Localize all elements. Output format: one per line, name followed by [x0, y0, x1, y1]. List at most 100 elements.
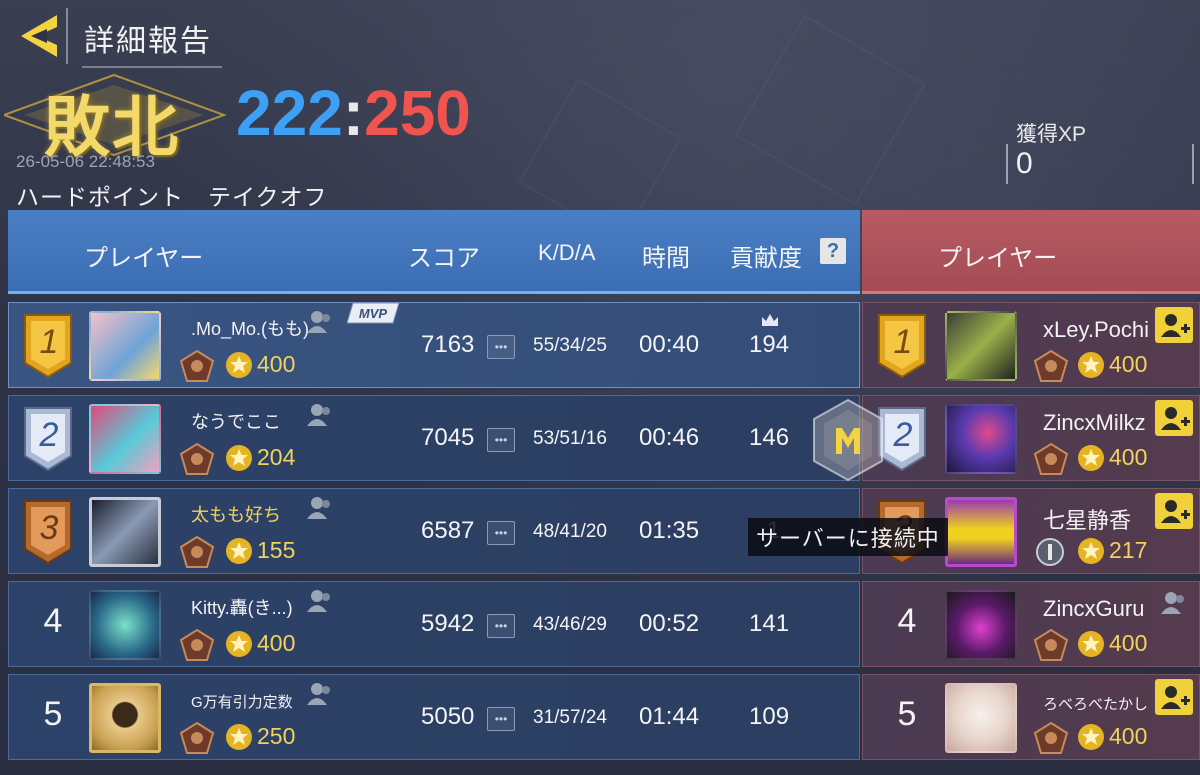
star-icon — [1078, 352, 1104, 378]
player-rating: 217 — [1109, 537, 1148, 563]
score-value: 6587 — [421, 517, 475, 544]
kda-value: 31/57/24 — [533, 707, 607, 728]
rank-number: 1 — [893, 323, 913, 361]
star-icon — [226, 352, 252, 378]
kda-value: 43/46/29 — [533, 614, 607, 635]
avatar[interactable] — [945, 683, 1017, 753]
table-row[interactable]: 3 太もも好ち 155 6587 ••• 48/41/20 01:35 1 — [8, 488, 860, 574]
player-name: ZincxMilkz — [1043, 410, 1146, 435]
contribution-value: 141 — [749, 610, 790, 637]
ellipsis-icon: ••• — [494, 712, 508, 726]
connecting-status: サーバーに接続中 — [748, 518, 948, 556]
table-row[interactable]: 2 ZincxMilkz 400 — [862, 395, 1200, 481]
crown-icon — [762, 314, 778, 326]
contribution-column-header: 貢献度 — [730, 245, 802, 272]
add-friend-button[interactable] — [1155, 493, 1193, 529]
add-friend-button[interactable] — [1155, 307, 1193, 343]
rank-number: 2 — [39, 416, 59, 454]
score-value: 7163 — [421, 331, 475, 358]
ellipsis-icon: ••• — [494, 619, 508, 633]
friend-icon[interactable] — [305, 402, 333, 428]
back-button[interactable] — [10, 8, 68, 64]
rank-emblem-icon — [1033, 349, 1069, 382]
rank-emblem-icon — [179, 349, 215, 382]
page-title: 詳細報告 — [82, 12, 222, 68]
friend-icon[interactable] — [305, 309, 333, 335]
match-mode: ハードポイント テイクオフ — [16, 184, 328, 210]
table-row[interactable]: 1 xLey.Pochi 400 — [862, 302, 1200, 388]
time-value: 01:44 — [639, 703, 700, 730]
rank-number: 5 — [43, 695, 63, 733]
star-icon — [226, 445, 252, 471]
player-rating: 400 — [257, 351, 296, 377]
blue-team-score: 222 — [236, 77, 343, 149]
more-options-button[interactable]: ••• — [487, 335, 515, 359]
rank-emblem-icon — [179, 721, 215, 754]
ellipsis-icon: ••• — [494, 340, 508, 354]
more-options-button[interactable]: ••• — [487, 428, 515, 452]
score-column-header: スコア — [408, 245, 480, 272]
avatar[interactable] — [89, 590, 161, 660]
avatar[interactable] — [89, 404, 161, 474]
table-row[interactable]: 5 ろべろべたかし 400 — [862, 674, 1200, 760]
add-friend-button[interactable] — [1155, 679, 1193, 715]
add-friend-button[interactable] — [1155, 400, 1193, 436]
score-value: 5050 — [421, 703, 475, 730]
more-options-button[interactable]: ••• — [487, 521, 515, 545]
avatar[interactable] — [89, 497, 161, 567]
xp-value: 0 — [1016, 147, 1033, 180]
rank-emblem-icon — [179, 628, 215, 661]
time-column-header: 時間 — [642, 245, 690, 272]
kda-column-header: K/D/A — [538, 240, 596, 265]
avatar[interactable] — [89, 683, 161, 753]
rank-number: 5 — [897, 695, 917, 733]
rank-emblem-icon — [1033, 628, 1069, 661]
star-icon — [1078, 631, 1104, 657]
rank-emblem-icon — [179, 535, 215, 568]
player-rating: 400 — [1109, 723, 1148, 749]
friend-icon[interactable] — [305, 495, 333, 521]
avatar[interactable] — [945, 404, 1017, 474]
avatar[interactable] — [945, 590, 1017, 660]
player-column-header: プレイヤー — [84, 245, 204, 272]
avatar[interactable] — [89, 311, 161, 381]
rank-number: 4 — [43, 602, 63, 640]
help-icon[interactable]: ? — [820, 238, 846, 264]
table-row[interactable]: 4 ZincxGuru 400 — [862, 581, 1200, 667]
info-icon — [1036, 538, 1064, 566]
avatar[interactable] — [945, 311, 1017, 381]
player-name: 太もも好ち — [191, 505, 281, 525]
mvp-label: MVP — [359, 306, 388, 321]
friend-icon[interactable] — [1159, 590, 1187, 616]
more-options-button[interactable]: ••• — [487, 707, 515, 731]
time-value: 00:40 — [639, 331, 700, 358]
table-row[interactable]: 1 .Mo_Mo.(もも) MVP 400 7163 ••• 55/34/25 … — [8, 302, 860, 388]
avatar[interactable] — [945, 497, 1017, 567]
friend-icon[interactable] — [305, 681, 333, 707]
ellipsis-icon: ••• — [494, 526, 508, 540]
rank-emblem-icon — [1033, 721, 1069, 754]
rank-number: 4 — [897, 602, 917, 640]
star-icon — [226, 631, 252, 657]
table-row[interactable]: 4 Kitty.轟(き...) 400 5942 ••• 43/46/29 00… — [8, 581, 860, 667]
table-row[interactable]: 2 なうでここ 204 7045 ••• 53/51/16 00:46 146 — [8, 395, 860, 481]
contribution-value: 194 — [749, 331, 790, 358]
star-icon — [1078, 724, 1104, 750]
rank-emblem-icon — [179, 442, 215, 475]
match-result: 敗北 — [4, 70, 229, 164]
contribution-value: 109 — [749, 703, 790, 730]
kda-value: 53/51/16 — [533, 428, 607, 449]
player-name: G万有引力定数 — [191, 694, 293, 711]
player-name: なうでここ — [191, 412, 281, 432]
background-hexagon — [734, 14, 926, 206]
friend-icon[interactable] — [305, 588, 333, 614]
more-options-button[interactable]: ••• — [487, 614, 515, 638]
kda-value: 48/41/20 — [533, 521, 607, 542]
score-separator: : — [342, 77, 365, 149]
blue-team-header: プレイヤー スコア K/D/A 時間 貢献度 ? — [8, 210, 860, 294]
red-team-score: 250 — [364, 77, 471, 149]
contribution-value: 146 — [749, 424, 790, 451]
table-row[interactable]: 5 G万有引力定数 250 5050 ••• 31/57/24 01:44 10… — [8, 674, 860, 760]
score-value: 7045 — [421, 424, 475, 451]
rank-number: 3 — [39, 509, 59, 547]
